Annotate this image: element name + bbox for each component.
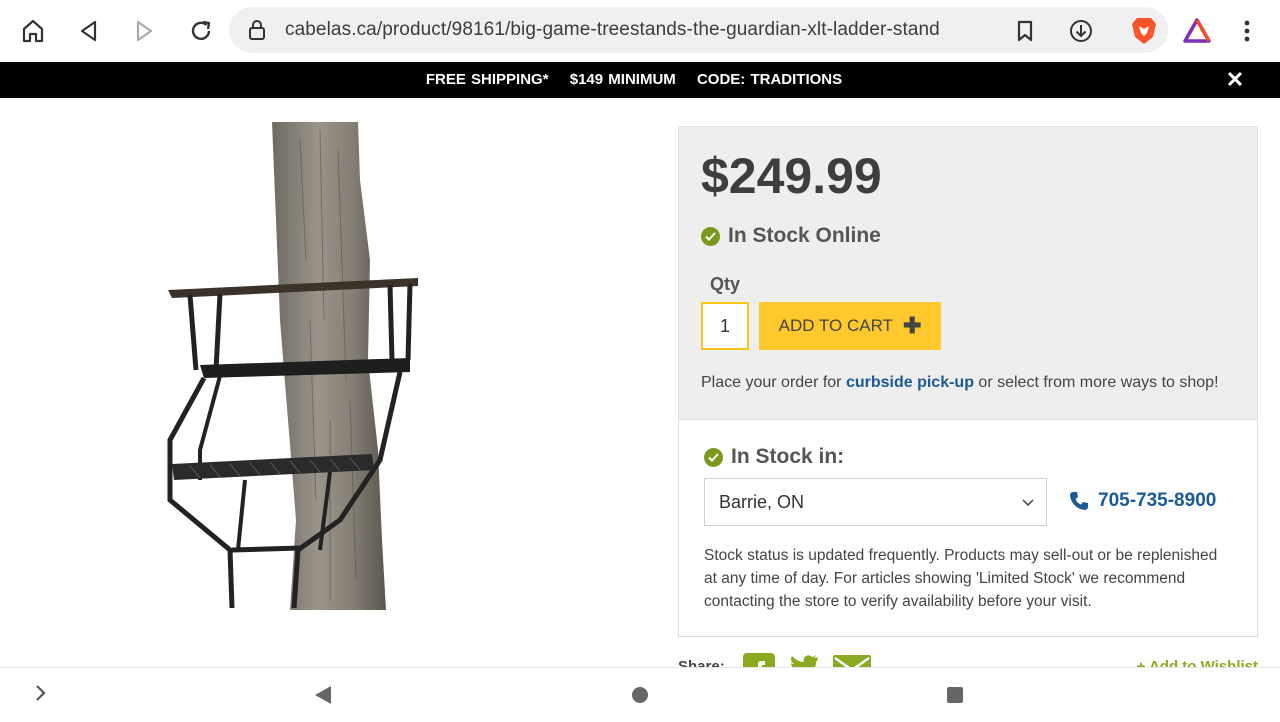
url-text: cabelas.ca/product/98161/big-game-treest… [285, 19, 940, 40]
chevron-down-icon [1022, 479, 1034, 525]
system-home-icon[interactable] [631, 686, 649, 709]
menu-icon[interactable] [1230, 14, 1264, 48]
add-to-cart-button[interactable]: ADD TO CART ✚ [759, 302, 941, 350]
system-back-icon[interactable] [314, 685, 332, 710]
brave-icon[interactable] [1127, 14, 1161, 48]
buy-panel: $249.99 In Stock Online Qty 1 ADD TO CAR… [678, 126, 1258, 420]
curbside-pickup-link[interactable]: curbside pick-up [846, 374, 974, 391]
pickup-prefix: Place your order for [701, 374, 846, 391]
store-phone-number: 705-735-8900 [1098, 490, 1217, 511]
store-select[interactable]: Barrie, ON [704, 478, 1047, 526]
pickup-text: Place your order for curbside pick-up or… [701, 374, 1219, 392]
chevron-right-icon[interactable] [34, 684, 48, 707]
rewards-icon[interactable] [1180, 14, 1214, 48]
promo-minimum: $149 MINIMUM [569, 71, 676, 88]
home-icon[interactable] [16, 14, 50, 48]
bookmark-icon[interactable] [1008, 14, 1042, 48]
close-icon[interactable]: ✕ [1224, 67, 1246, 93]
stock-online-label: In Stock Online [728, 224, 881, 247]
reload-icon[interactable] [184, 14, 218, 48]
stock-status-note: Stock status is updated frequently. Prod… [704, 547, 1218, 610]
check-circle-icon [701, 226, 720, 246]
browser-toolbar: cabelas.ca/product/98161/big-game-treest… [0, 0, 1280, 62]
promo-code: CODE: TRADITIONS [696, 71, 843, 88]
quantity-input[interactable]: 1 [701, 302, 749, 350]
lock-icon [247, 19, 267, 46]
phone-icon [1069, 491, 1089, 511]
download-icon[interactable] [1064, 14, 1098, 48]
promo-text: FREE SHIPPING* $149 MINIMUM CODE: TRADIT… [0, 71, 1268, 88]
add-to-cart-label: ADD TO CART [778, 316, 893, 335]
instock-in-row: In Stock in: [704, 445, 844, 469]
system-nav-bar [0, 667, 1280, 722]
store-availability-panel: In Stock in: Barrie, ON 705-735-8900 Sto… [678, 420, 1258, 637]
pickup-suffix: or select from more ways to shop! [973, 374, 1219, 391]
promo-banner: FREE SHIPPING* $149 MINIMUM CODE: TRADIT… [0, 62, 1280, 98]
stock-online-row: In Stock Online [701, 224, 881, 248]
product-price: $249.99 [701, 148, 882, 204]
product-image[interactable] [160, 120, 430, 612]
promo-free-shipping: FREE SHIPPING* [425, 71, 549, 88]
back-icon[interactable] [72, 14, 106, 48]
qty-label: Qty [710, 274, 741, 294]
selected-store: Barrie, ON [719, 492, 805, 512]
check-circle-icon [704, 447, 723, 467]
plus-icon: ✚ [902, 313, 922, 338]
instock-in-label: In Stock in: [731, 445, 845, 468]
forward-icon[interactable] [127, 14, 161, 48]
store-phone-link[interactable]: 705-735-8900 [1069, 490, 1216, 512]
system-recents-icon[interactable] [946, 686, 964, 709]
